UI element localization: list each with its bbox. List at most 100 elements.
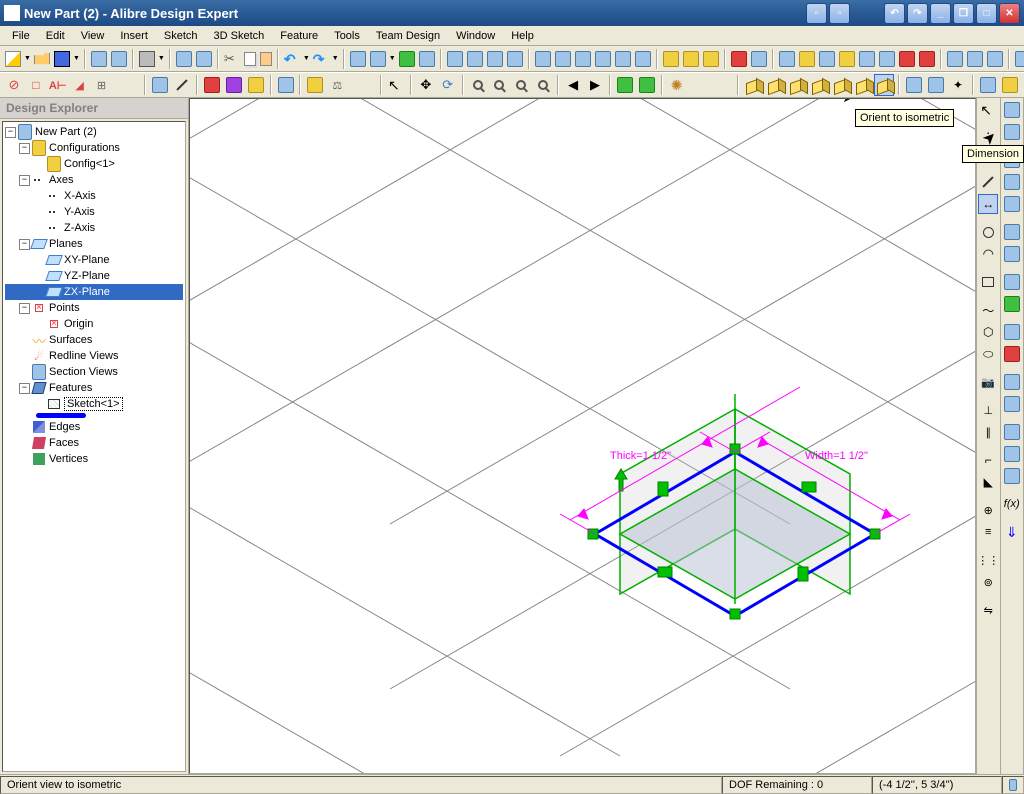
tool-dropdown-c[interactable]: ▼ [389,55,396,62]
vtool-line[interactable] [978,172,998,192]
sketch-tool-13[interactable]: ⚖ [327,74,347,96]
tree-faces[interactable]: Faces [5,435,183,451]
feat-scale[interactable] [1002,422,1022,442]
3d-viewport[interactable]: Thick=1 1/2" Width=1 1/2" Orient to isom… [189,98,976,774]
tool-btn-h1[interactable] [778,48,796,70]
sketch-tool-9[interactable] [224,74,244,96]
menu-window[interactable]: Window [448,28,503,44]
view-tool-l2[interactable] [1000,74,1020,96]
menu-file[interactable]: File [4,28,38,44]
tree-surfaces[interactable]: 〰Surfaces [5,332,183,348]
sketch-tool-6[interactable] [150,74,170,96]
feat-loft[interactable] [1002,194,1022,214]
vtool-ellipse[interactable]: ⬭ [978,344,998,364]
feat-sweep[interactable] [1002,172,1022,192]
tree-configurations[interactable]: −Configurations [5,140,183,156]
tool-btn-e4[interactable] [594,48,612,70]
cut-button[interactable]: ✂ [223,48,241,70]
tool-btn-d2[interactable] [466,48,484,70]
menu-3dsketch[interactable]: 3D Sketch [206,28,273,44]
tool-btn-e6[interactable] [634,48,652,70]
vtool-con4[interactable]: ≡ [978,522,998,542]
tool-btn-e2[interactable] [554,48,572,70]
feat-rib[interactable] [1002,344,1022,364]
tool-btn-e3[interactable] [574,48,592,70]
vtool-circle[interactable] [978,222,998,242]
close-button[interactable]: ✕ [999,3,1020,24]
vtool-poly[interactable]: ⬡ [978,322,998,342]
save-dropdown[interactable]: ▼ [73,55,80,62]
tool-btn-e1[interactable] [534,48,552,70]
tool-btn-g2[interactable] [750,48,768,70]
tool-btn-f2[interactable] [682,48,700,70]
vtool-fillet[interactable]: ⌐ [978,450,998,470]
tree-axes[interactable]: −Axes [5,172,183,188]
tree-config1[interactable]: Config<1> [5,156,183,172]
select-button[interactable]: ↖ [386,74,406,96]
tool-btn-c2[interactable] [369,48,387,70]
feat-mirror[interactable] [1002,394,1022,414]
vtool-con1[interactable]: ⊥ [978,400,998,420]
tool-btn-c3[interactable] [398,48,416,70]
print-button[interactable] [138,48,156,70]
design-tree[interactable]: −New Part (2) −Configurations Config<1> … [2,121,186,772]
undo-button[interactable]: ↶ [283,48,301,70]
sketch-tool-11[interactable] [276,74,296,96]
aux-button-1[interactable]: ▫ [806,3,827,24]
vtool-select[interactable]: ↖ [978,100,998,120]
vtool-camera[interactable]: 📷 [978,372,998,392]
feat-hole[interactable] [1002,322,1022,342]
tool-btn-c1[interactable] [349,48,367,70]
tool-btn-h7[interactable] [898,48,916,70]
tree-zxplane[interactable]: ZX-Plane [5,284,183,300]
vtool-dimension[interactable]: ↔ [978,194,998,214]
redo-dropdown[interactable]: ▼ [332,55,339,62]
feat-draft[interactable] [1002,294,1022,314]
tool-btn-h3[interactable] [818,48,836,70]
zoom-button[interactable] [511,74,531,96]
menu-feature[interactable]: Feature [272,28,326,44]
view-left-button[interactable] [787,74,807,96]
shade-button-1[interactable] [615,74,635,96]
tree-planes[interactable]: −Planes [5,236,183,252]
menu-tools[interactable]: Tools [326,28,368,44]
tree-points[interactable]: −Points [5,300,183,316]
view-tool-k1[interactable] [904,74,924,96]
tool-btn-e5[interactable] [614,48,632,70]
tree-edges[interactable]: Edges [5,419,183,435]
vtool-spline[interactable]: 〜 [978,300,998,320]
zoom-window-button[interactable] [468,74,488,96]
menu-view[interactable]: View [73,28,113,44]
menu-help[interactable]: Help [503,28,542,44]
aux-button-3[interactable]: ↶ [884,3,905,24]
tool-btn-g1[interactable] [730,48,748,70]
new-button[interactable] [4,48,22,70]
shade-button-2[interactable] [637,74,657,96]
aux-button-4[interactable]: ↷ [907,3,928,24]
feat-pattern[interactable] [1002,372,1022,392]
tool-btn-i1[interactable] [946,48,964,70]
maximize-button[interactable]: □ [976,3,997,24]
tree-yzplane[interactable]: YZ-Plane [5,268,183,284]
sketch-tool-5[interactable]: ⊞ [92,74,112,96]
vtool-pattern2[interactable]: ⊚ [978,572,998,592]
zoom-fit-button[interactable] [490,74,510,96]
vtool-con2[interactable]: ∥ [978,422,998,442]
view-tool-k2[interactable] [926,74,946,96]
tool-btn-a2[interactable] [110,48,128,70]
feat-shell[interactable] [1002,272,1022,292]
redo-button[interactable]: ↷ [312,48,330,70]
view-tool-k3[interactable]: ✦ [948,74,968,96]
rotate-button[interactable]: ⟳ [438,74,458,96]
feat-chamfer[interactable] [1002,244,1022,264]
vtool-con3[interactable]: ⊕ [978,500,998,520]
tree-zaxis[interactable]: Z-Axis [5,220,183,236]
tool-btn-i2[interactable] [966,48,984,70]
tool-btn-a1[interactable] [90,48,108,70]
tree-root[interactable]: −New Part (2) [5,124,183,140]
tool-btn-d3[interactable] [486,48,504,70]
view-back-button[interactable] [765,74,785,96]
dimension-thick-label[interactable]: Thick=1 1/2" [610,450,671,462]
tool-btn-f3[interactable] [702,48,720,70]
tool-btn-f1[interactable] [662,48,680,70]
